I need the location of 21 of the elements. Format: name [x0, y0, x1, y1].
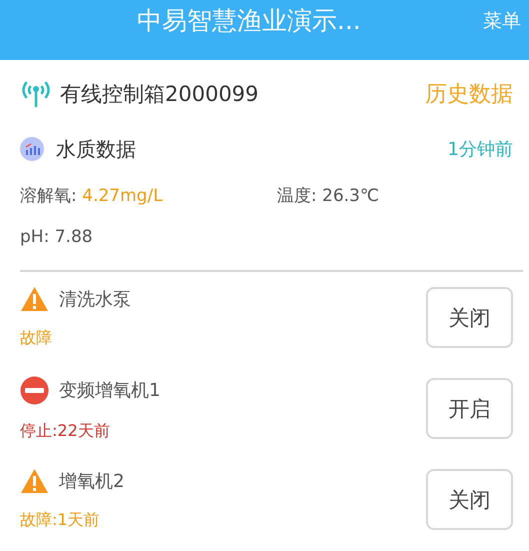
- toggle-button[interactable]: 关闭: [426, 469, 513, 530]
- chart-icon: [20, 137, 44, 161]
- device-name: 增氧机2: [59, 470, 124, 493]
- device-name: 清洗水泵: [59, 288, 131, 311]
- device-status: 停止:22天前: [20, 420, 111, 442]
- reading-text: 温度: 26.3℃: [277, 186, 380, 206]
- device-status: 故障:1天前: [20, 510, 101, 531]
- warning-icon: [20, 468, 49, 494]
- update-time: 1分钟前: [448, 138, 513, 161]
- warning-icon: [20, 286, 49, 312]
- device-status: 故障: [20, 328, 53, 349]
- no-entry-icon: [20, 376, 49, 404]
- section-title: 水质数据: [56, 136, 136, 162]
- control-box-name: 有线控制箱2000099: [60, 81, 259, 108]
- app-title: 中易智慧渔业演示...: [137, 5, 361, 37]
- reading-text: pH: 7.88: [20, 227, 93, 247]
- reading-text: 溶解氧: 4.27mg/L: [20, 186, 163, 206]
- antenna-icon: [20, 80, 52, 108]
- device-name: 变频增氧机1: [59, 379, 160, 402]
- toggle-button[interactable]: 开启: [426, 378, 513, 439]
- toggle-button[interactable]: 关闭: [426, 287, 513, 348]
